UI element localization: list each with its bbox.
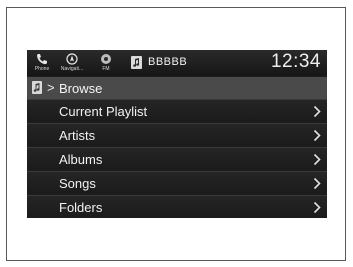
menu-item-songs[interactable]: Songs [27,171,327,195]
fm-button[interactable]: FM [93,52,119,74]
audio-screen: Phone Navigati... FM BBBBB 12:34 > Brows… [27,50,327,218]
breadcrumb-label: Browse [59,81,103,96]
navigation-icon [66,53,78,65]
navigation-label: Navigati... [60,66,84,72]
chevron-right-icon [313,177,321,190]
music-note-icon [32,81,42,94]
menu-item-label: Albums [59,152,103,167]
menu-item-folders[interactable]: Folders [27,195,327,218]
menu-item-current-playlist[interactable]: Current Playlist [27,99,327,123]
clock: 12:34 [270,51,321,72]
source-name: BBBBB [148,56,188,68]
menu-item-label: Current Playlist [59,104,148,119]
menu-item-label: Folders [59,200,103,215]
menu-item-label: Songs [59,176,96,191]
music-note-icon [131,56,142,69]
chevron-right-icon [313,129,321,142]
breadcrumb[interactable]: > Browse [27,77,327,99]
phone-icon [37,54,47,65]
menu-item-artists[interactable]: Artists [27,123,327,147]
browse-menu: Current Playlist Artists Albums Songs Fo… [27,99,327,218]
fm-label: FM [102,66,110,72]
navigation-button[interactable]: Navigati... [57,52,87,74]
status-bar: Phone Navigati... FM BBBBB 12:34 [27,50,327,76]
menu-item-label: Artists [59,128,96,143]
chevron-right-icon [313,153,321,166]
menu-item-albums[interactable]: Albums [27,147,327,171]
breadcrumb-separator: > [47,80,55,95]
phone-button[interactable]: Phone [29,52,55,74]
chevron-right-icon [313,105,321,118]
fm-radio-icon [101,54,111,64]
phone-label: Phone [34,66,50,72]
chevron-right-icon [313,201,321,214]
